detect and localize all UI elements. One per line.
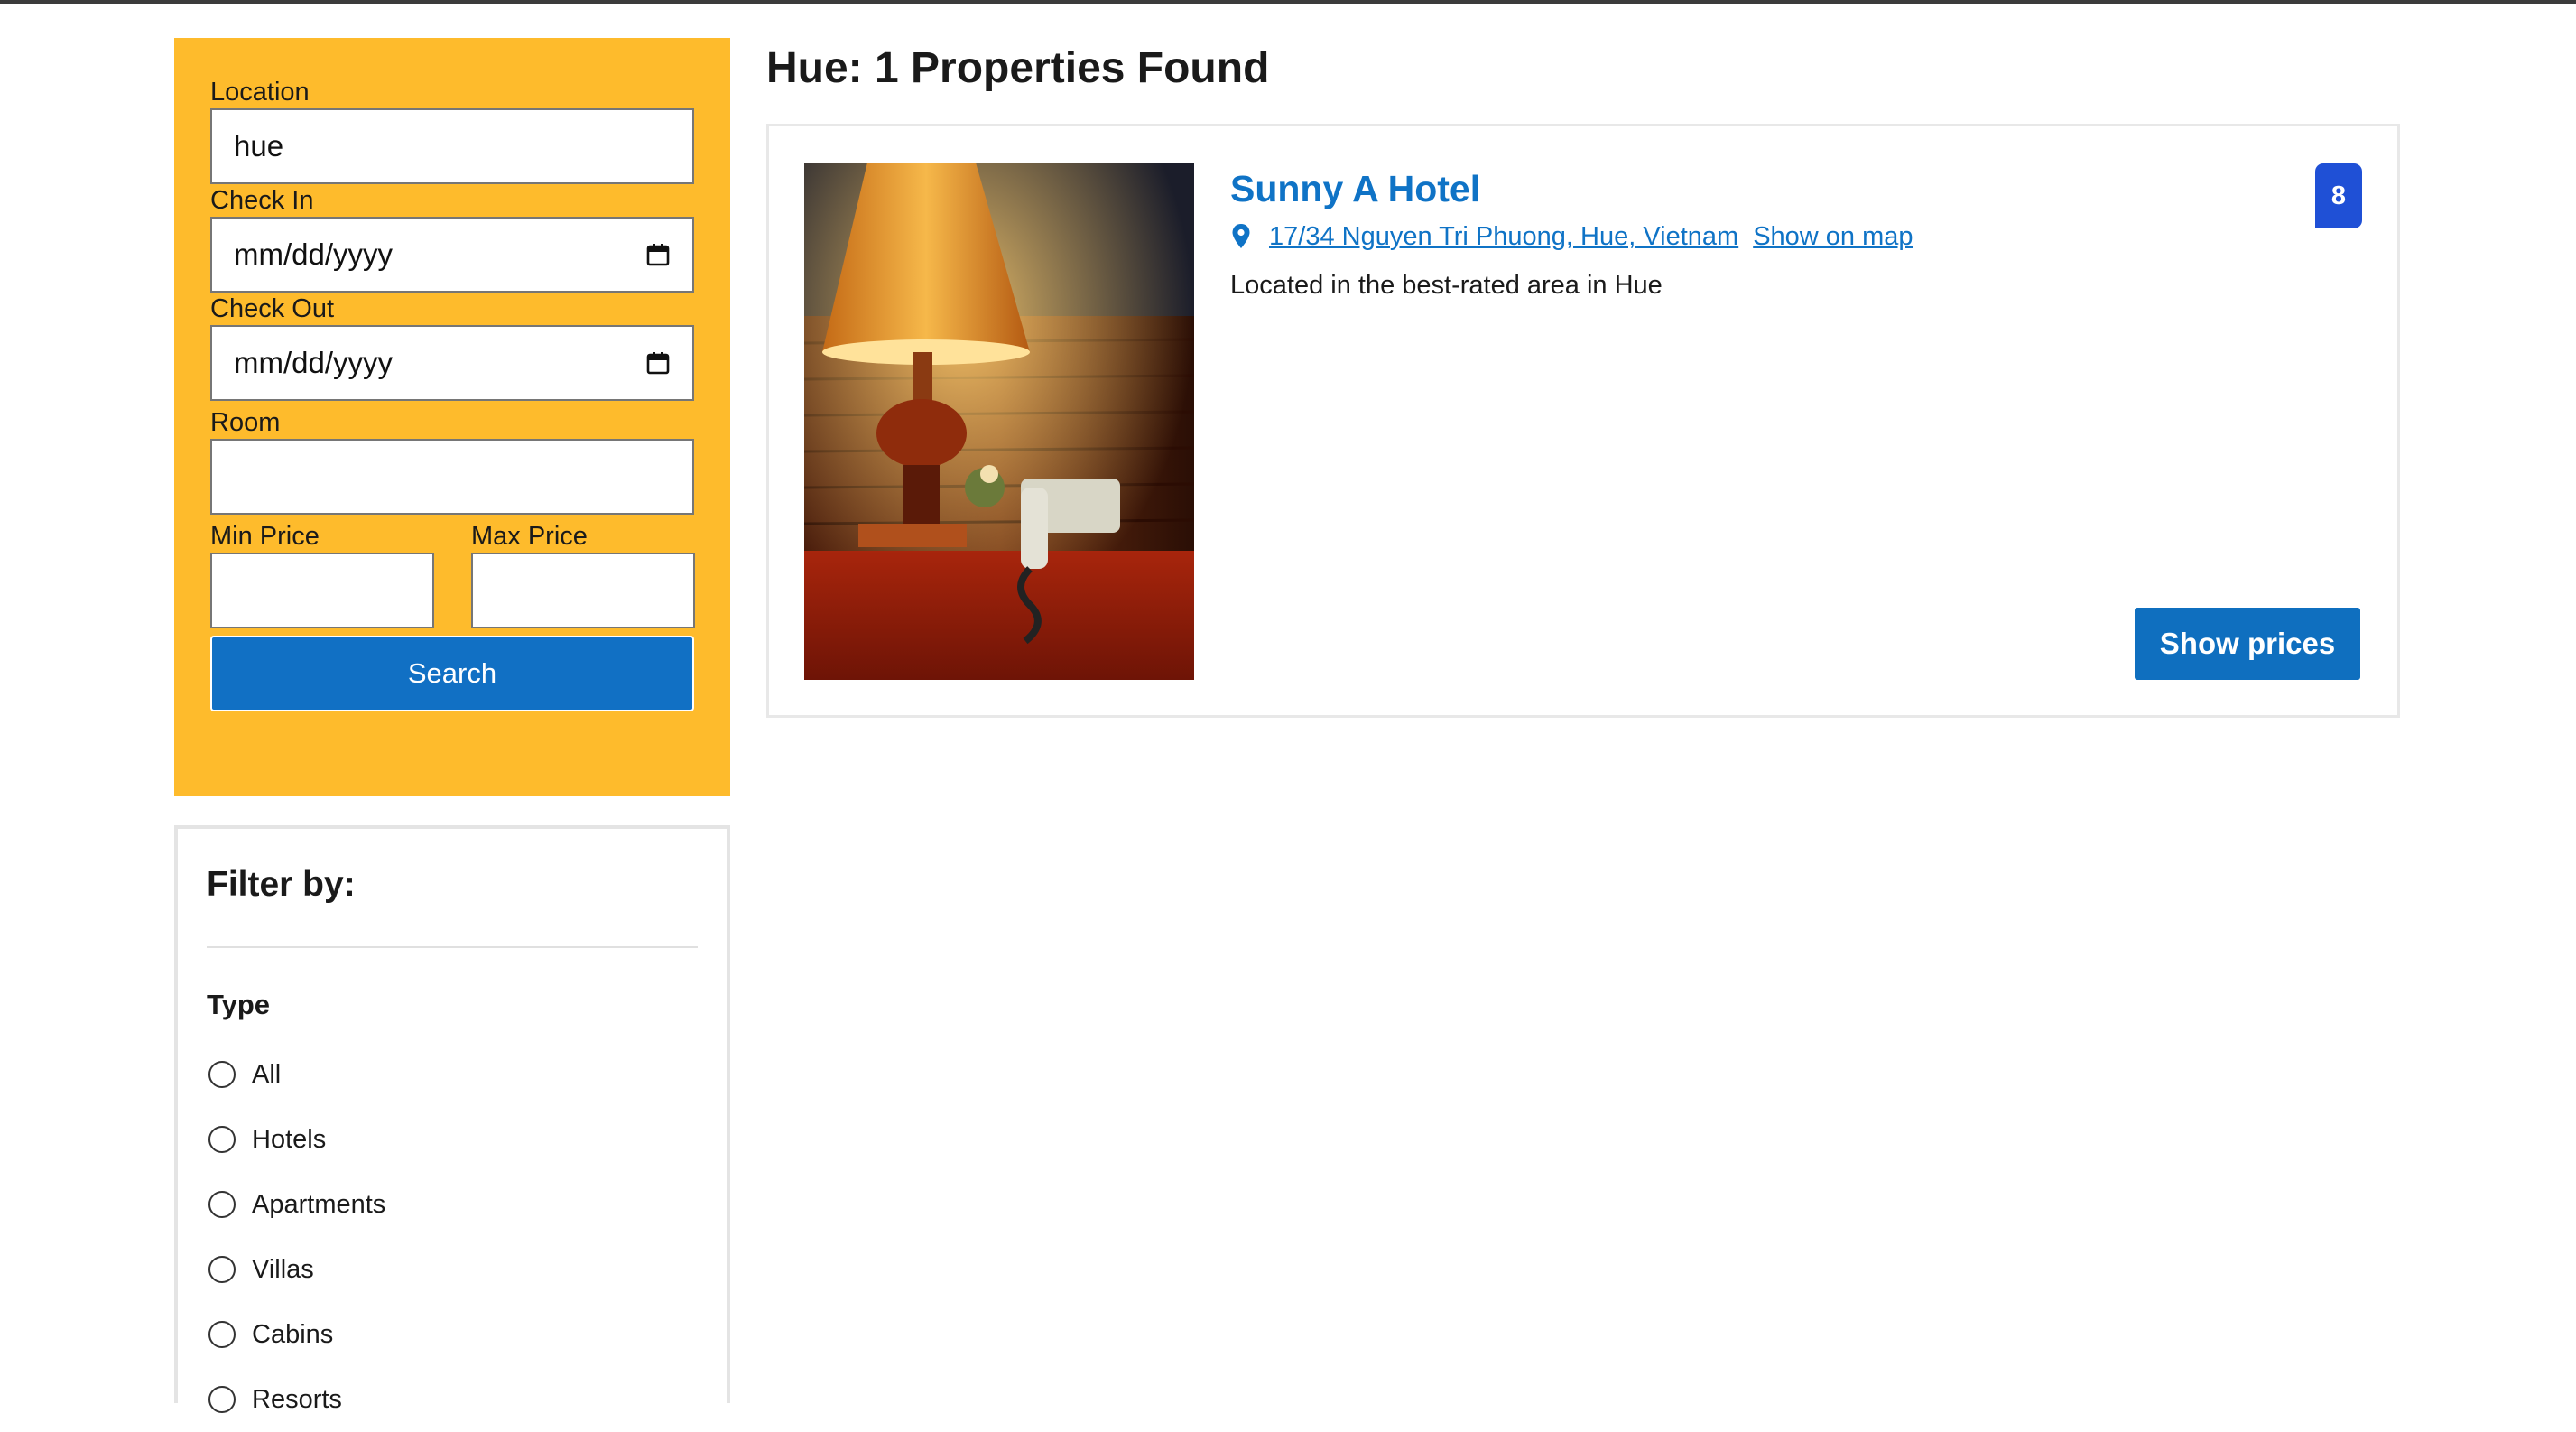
type-option-label: Resorts — [252, 1384, 342, 1414]
calendar-icon[interactable] — [645, 242, 671, 267]
type-option-label: Cabins — [252, 1319, 334, 1349]
property-photo[interactable] — [804, 163, 1194, 680]
address-row: 17/34 Nguyen Tri Phuong, Hue, Vietnam Sh… — [1231, 219, 1913, 255]
window-top-border — [0, 0, 2576, 4]
address-link[interactable]: 17/34 Nguyen Tri Phuong, Hue, Vietnam — [1269, 222, 1738, 252]
max-price-label: Max Price — [471, 522, 588, 551]
check-out-date-input[interactable]: mm/dd/yyyy — [210, 325, 694, 401]
room-label: Room — [210, 408, 281, 437]
show-on-map-link[interactable]: Show on map — [1753, 222, 1913, 252]
max-price-group: Max Price — [471, 520, 695, 628]
type-option-label: Hotels — [252, 1124, 327, 1154]
show-prices-button[interactable]: Show prices — [2135, 608, 2360, 680]
radio-button[interactable] — [208, 1321, 236, 1348]
filter-panel: Filter by: Type All Hotels Apartments Vi… — [174, 825, 730, 1414]
results-title: Hue: 1 Properties Found — [766, 44, 1270, 92]
check-in-label: Check In — [210, 186, 314, 215]
location-input[interactable] — [210, 108, 694, 184]
type-option-label: Villas — [252, 1254, 314, 1284]
search-button[interactable]: Search — [210, 636, 694, 711]
check-out-label: Check Out — [210, 294, 334, 323]
filter-title: Filter by: — [207, 865, 356, 904]
check-in-placeholder: mm/dd/yyyy — [234, 237, 394, 271]
property-description: Located in the best-rated area in Hue — [1230, 271, 1663, 300]
filter-type-heading: Type — [207, 989, 271, 1020]
min-price-label: Min Price — [210, 522, 320, 551]
radio-button[interactable] — [208, 1256, 236, 1283]
min-price-group: Min Price — [210, 520, 434, 628]
type-option-cabins[interactable]: Cabins — [207, 1302, 698, 1367]
check-in-date-input[interactable]: mm/dd/yyyy — [210, 217, 694, 293]
filter-divider — [207, 946, 698, 948]
type-option-label: Apartments — [252, 1189, 386, 1219]
min-price-input[interactable] — [210, 553, 434, 628]
search-panel: Location Check In mm/dd/yyyy Check Out m… — [174, 38, 730, 796]
type-option-apartments[interactable]: Apartments — [207, 1172, 698, 1237]
hotel-name-link[interactable]: Sunny A Hotel — [1230, 166, 1480, 211]
type-radio-list: All Hotels Apartments Villas Cabins Reso… — [207, 1042, 698, 1432]
calendar-icon[interactable] — [645, 350, 671, 376]
max-price-input[interactable] — [471, 553, 695, 628]
radio-button[interactable] — [208, 1386, 236, 1413]
radio-button[interactable] — [208, 1126, 236, 1153]
rating-badge: 8 — [2315, 163, 2362, 228]
map-pin-icon — [1231, 223, 1251, 250]
radio-button[interactable] — [208, 1191, 236, 1218]
check-out-placeholder: mm/dd/yyyy — [234, 346, 394, 379]
type-option-hotels[interactable]: Hotels — [207, 1107, 698, 1172]
price-range-row: Min Price Max Price — [210, 520, 695, 628]
radio-button[interactable] — [208, 1061, 236, 1088]
location-label: Location — [210, 78, 310, 107]
type-option-villas[interactable]: Villas — [207, 1237, 698, 1302]
type-option-all[interactable]: All — [207, 1042, 698, 1107]
type-option-resorts[interactable]: Resorts — [207, 1367, 698, 1432]
type-option-label: All — [252, 1059, 282, 1089]
room-input[interactable] — [210, 439, 694, 515]
property-card: Sunny A Hotel 17/34 Nguyen Tri Phuong, H… — [766, 124, 2400, 718]
